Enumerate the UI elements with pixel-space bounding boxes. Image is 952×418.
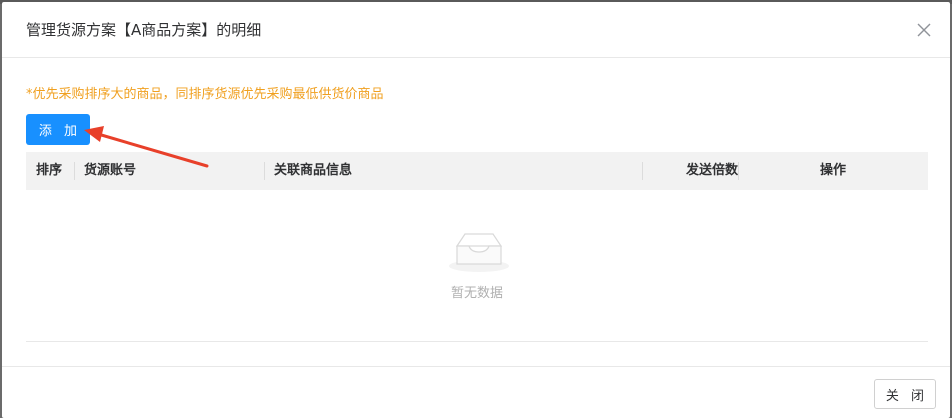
column-divider <box>264 162 265 180</box>
table-header: 排序 货源账号 关联商品信息 发送倍数 操作 <box>26 152 928 190</box>
priority-tip: *优先采购排序大的商品，同排序货源优先采购最低供货价商品 <box>26 87 384 102</box>
column-header-linked-product: 关联商品信息 <box>274 163 353 178</box>
detail-table: 排序 货源账号 关联商品信息 发送倍数 操作 暂无数据 <box>26 152 928 342</box>
add-button[interactable]: 添 加 <box>26 114 90 145</box>
empty-text: 暂无数据 <box>450 286 503 301</box>
dialog-title: 管理货源方案【A商品方案】的明细 <box>26 21 262 39</box>
column-divider <box>74 162 75 180</box>
source-plan-detail-dialog: 管理货源方案【A商品方案】的明细 *优先采购排序大的商品，同排序货源优先采购最低… <box>2 2 950 418</box>
dialog-footer: 关 闭 <box>2 366 950 418</box>
close-button[interactable]: 关 闭 <box>874 379 936 409</box>
dialog-header: 管理货源方案【A商品方案】的明细 <box>2 2 950 58</box>
column-header-source-account: 货源账号 <box>84 163 137 178</box>
empty-inbox-icon <box>447 228 511 274</box>
column-header-actions: 操作 <box>819 163 846 178</box>
column-header-sort: 排序 <box>36 163 63 178</box>
close-icon[interactable] <box>914 20 934 40</box>
column-header-send-multiple: 发送倍数 <box>685 163 738 178</box>
